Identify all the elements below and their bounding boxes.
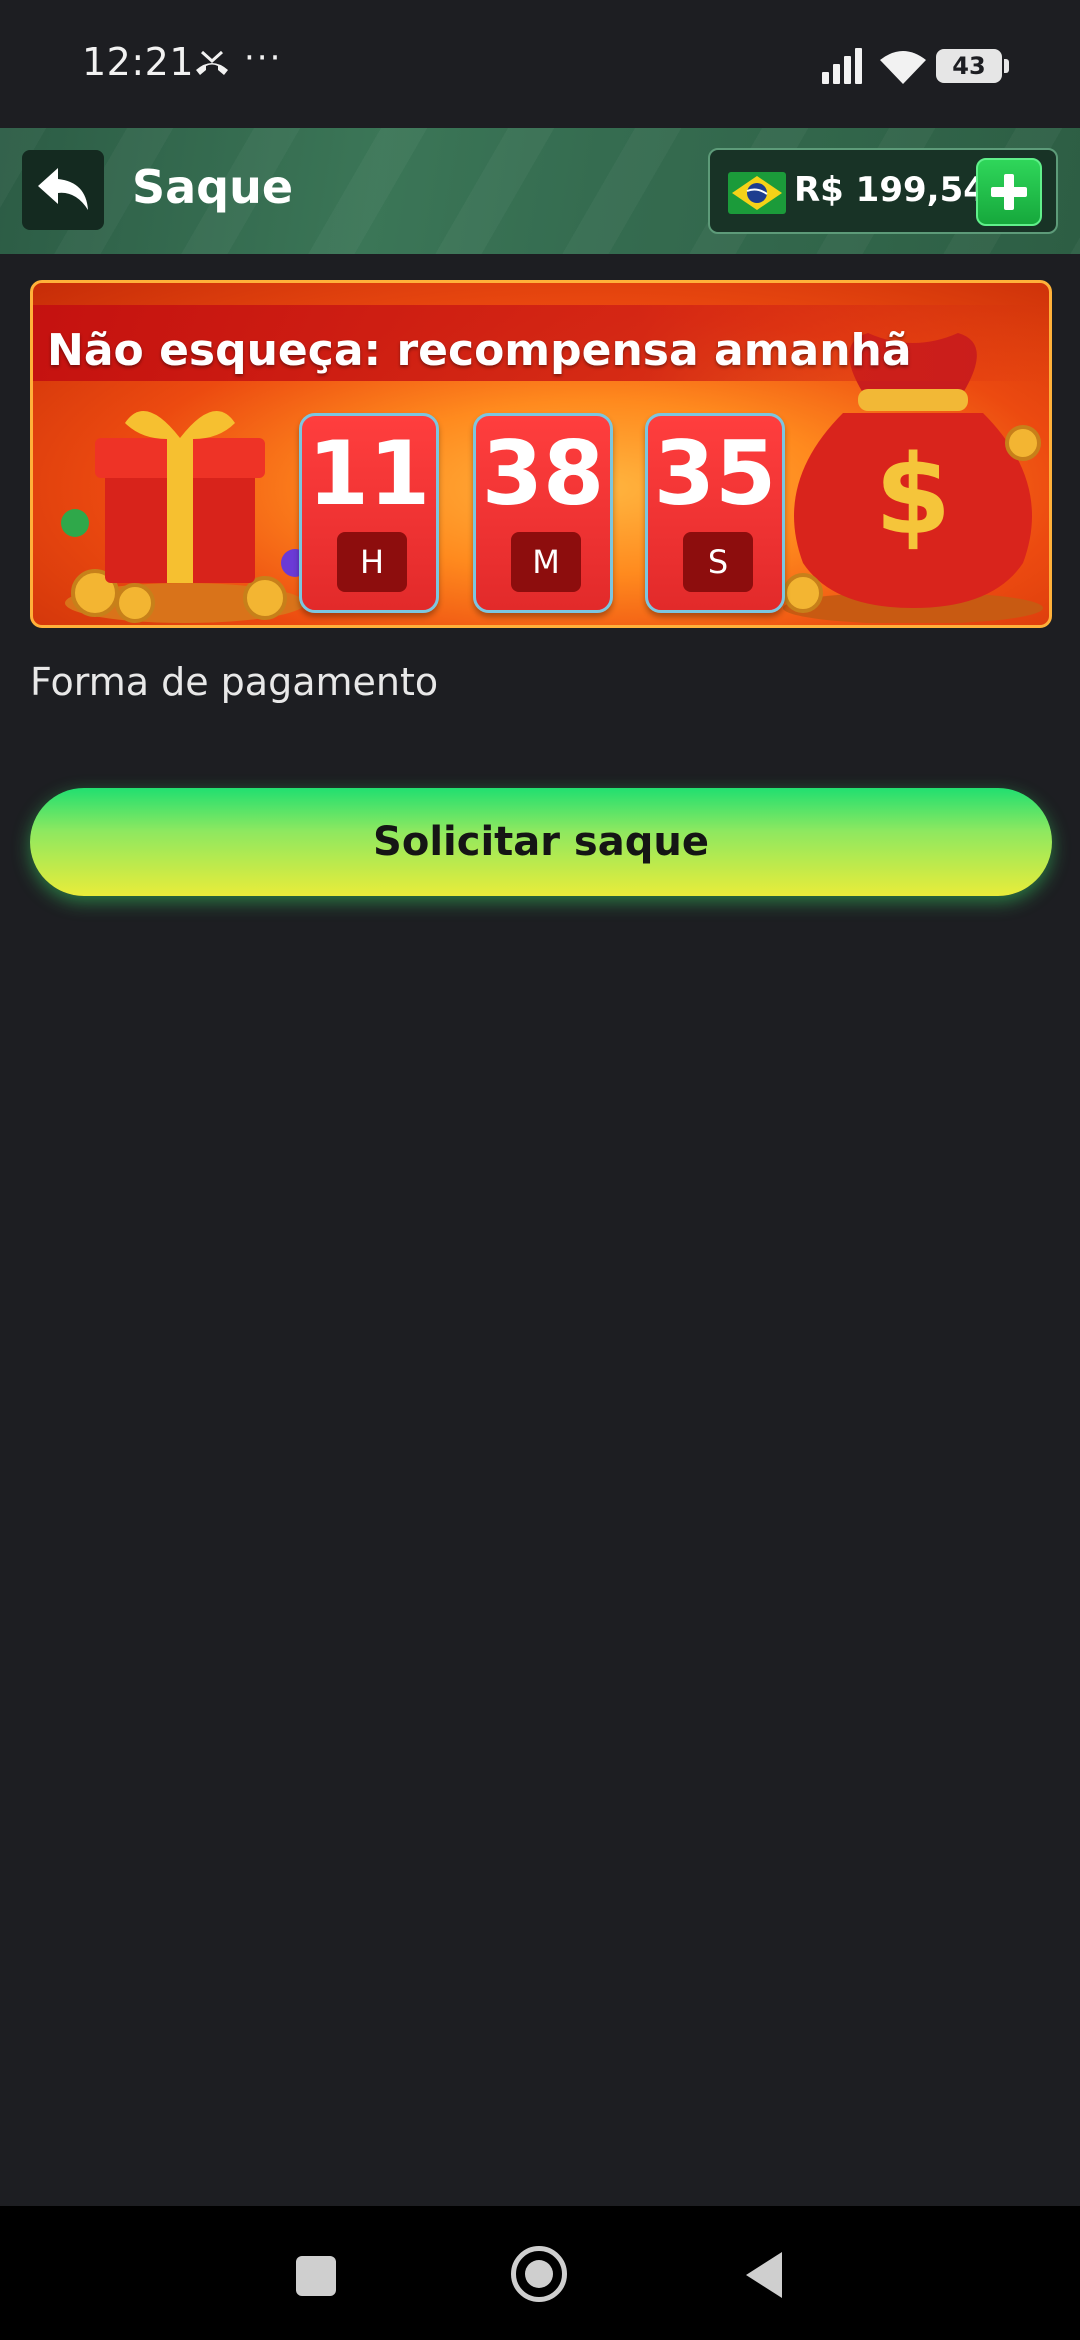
countdown-seconds: 35 S bbox=[645, 413, 785, 613]
countdown-minutes-unit: M bbox=[511, 532, 581, 592]
banner-title: Não esqueça: recompensa amanhã bbox=[47, 325, 912, 376]
deposit-add-button[interactable] bbox=[976, 158, 1042, 226]
battery-icon: 43 bbox=[936, 49, 1009, 83]
missed-call-icon bbox=[196, 50, 228, 75]
app-root: 12:21 ··· 43 Saque R$ 199,54 $ Não esque… bbox=[0, 0, 1080, 2340]
plus-icon bbox=[991, 174, 1027, 210]
back-button[interactable] bbox=[22, 150, 104, 230]
request-withdrawal-button[interactable]: Solicitar saque bbox=[30, 788, 1052, 896]
system-nav-bar bbox=[0, 2206, 1080, 2340]
svg-text:$: $ bbox=[875, 431, 952, 559]
wifi-icon bbox=[880, 51, 926, 84]
brazil-flag-icon bbox=[728, 172, 786, 214]
triangle-back-icon[interactable] bbox=[742, 2250, 786, 2300]
balance-amount: R$ 199,54 bbox=[794, 170, 987, 210]
countdown-minutes-value: 38 bbox=[481, 422, 605, 525]
back-arrow-icon bbox=[38, 168, 88, 210]
signal-icon bbox=[822, 48, 862, 84]
battery-level: 43 bbox=[952, 52, 986, 80]
gift-box-image bbox=[61, 411, 309, 623]
countdown-seconds-value: 35 bbox=[653, 422, 777, 525]
page-title: Saque bbox=[132, 160, 294, 214]
countdown-minutes: 38 M bbox=[473, 413, 613, 613]
balance-widget[interactable]: R$ 199,54 bbox=[708, 148, 1058, 234]
payment-method-label: Forma de pagamento bbox=[30, 660, 439, 704]
circle-icon[interactable] bbox=[511, 2246, 567, 2302]
status-time: 12:21 bbox=[82, 40, 195, 84]
countdown-seconds-unit: S bbox=[683, 532, 753, 592]
app-header: Saque R$ 199,54 bbox=[0, 128, 1080, 254]
notification-dots: ··· bbox=[244, 38, 283, 78]
countdown-hours-unit: H bbox=[337, 532, 407, 592]
countdown-hours: 11 H bbox=[299, 413, 439, 613]
status-bar: 12:21 ··· 43 bbox=[0, 0, 1080, 128]
square-icon[interactable] bbox=[296, 2256, 336, 2296]
reward-banner[interactable]: $ Não esqueça: recompensa amanhã 11 H 38… bbox=[30, 280, 1052, 628]
countdown-hours-value: 11 bbox=[307, 422, 431, 525]
